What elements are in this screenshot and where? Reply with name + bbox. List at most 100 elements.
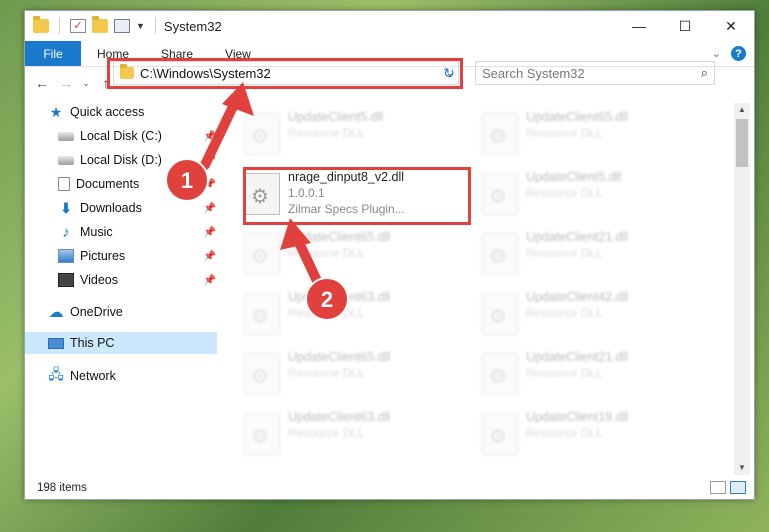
help-icon[interactable]: ? <box>731 46 746 61</box>
file-description: Resource DLL <box>526 366 603 380</box>
list-item[interactable]: UpdateClient63.dll Resource DLL <box>244 289 464 345</box>
title-bar: ✓ ▼ System32 — ☐ ✕ <box>25 11 754 41</box>
list-item[interactable]: UpdateClient5.dll Resource DLL <box>482 169 702 225</box>
file-list: UpdateClient5.dllResource DLL nrage_dinp… <box>240 103 734 475</box>
sidebar-item-label: Documents <box>76 177 140 191</box>
maximize-button[interactable]: ☐ <box>662 11 708 41</box>
divider <box>59 18 60 34</box>
sidebar-item-label: Music <box>80 225 113 239</box>
pin-icon[interactable]: 📌 <box>204 131 216 142</box>
properties-check-icon[interactable]: ✓ <box>70 19 86 33</box>
sidebar-item-label: Network <box>70 369 116 383</box>
qat-dropdown-icon[interactable]: ▼ <box>136 21 145 31</box>
list-item[interactable]: UpdateClient21.dll Resource DLL <box>482 229 702 285</box>
file-description: Resource DLL <box>526 426 603 440</box>
list-item[interactable]: UpdateClient21.dll Resource DLL <box>482 349 702 405</box>
details-view-icon[interactable] <box>710 481 726 494</box>
list-item[interactable]: UpdateClient63.dll Resource DLL <box>244 409 464 465</box>
sidebar-item-pictures[interactable]: Pictures 📌 <box>58 245 216 267</box>
sidebar-item-this-pc[interactable]: This PC <box>25 332 217 354</box>
search-icon: ⌕ <box>700 65 708 80</box>
tab-file[interactable]: File <box>25 41 81 66</box>
sidebar-item-quick-access[interactable]: ★ Quick access <box>48 101 145 123</box>
dll-file-icon <box>244 353 280 395</box>
sidebar-item-label: Videos <box>80 273 118 287</box>
divider <box>154 18 156 34</box>
scroll-thumb[interactable] <box>736 119 748 167</box>
tiles-view-icon[interactable] <box>730 481 746 494</box>
list-item[interactable]: UpdateClient5.dll Resource DLL <box>244 109 464 165</box>
sidebar-item-label: Pictures <box>80 249 126 263</box>
dll-file-icon <box>482 233 518 275</box>
search-input[interactable]: Search System32 ⌕ <box>475 61 715 85</box>
navigation-pane: ★ Quick access Local Disk (C:) 📌 Local D… <box>25 103 220 475</box>
folder-icon <box>33 16 49 33</box>
file-name: UpdateClient63.dll <box>288 410 391 424</box>
sidebar-item-label: Quick access <box>70 105 145 119</box>
view-switcher <box>710 481 746 494</box>
pictures-icon <box>58 249 74 263</box>
music-icon: ♪ <box>62 223 70 241</box>
dll-file-icon <box>482 353 518 395</box>
file-name: UpdateClient42.dll <box>526 290 629 304</box>
expand-ribbon-icon[interactable]: ⌄ <box>712 47 721 60</box>
list-item[interactable]: UpdateClient65.dll Resource DLL <box>482 109 702 165</box>
disk-icon <box>58 131 74 141</box>
new-folder-icon[interactable] <box>92 16 108 33</box>
sidebar-item-local-disk-c[interactable]: Local Disk (C:) 📌 <box>58 125 216 147</box>
sidebar-item-label: This PC <box>70 336 115 350</box>
sidebar-item-onedrive[interactable]: ☁ OneDrive <box>48 301 123 323</box>
sidebar-item-downloads[interactable]: ⬇ Downloads 📌 <box>58 197 216 219</box>
file-highlight-box <box>243 167 471 225</box>
file-name: UpdateClient65.dll <box>526 110 629 124</box>
list-item[interactable]: UpdateClient65.dll Resource DLL <box>244 229 464 285</box>
pin-icon[interactable]: 📌 <box>204 203 216 214</box>
sidebar-item-label: Local Disk (D:) <box>80 153 162 167</box>
forward-icon[interactable]: → <box>57 75 75 91</box>
file-name: UpdateClient63.dll <box>288 290 391 304</box>
sidebar-item-music[interactable]: ♪ Music 📌 <box>58 221 216 243</box>
star-icon: ★ <box>49 103 63 120</box>
file-description: Resource DLL <box>288 126 365 140</box>
recent-dropdown-icon[interactable]: ⌄ <box>81 78 91 89</box>
quick-access-toolbar: ✓ ▼ <box>25 16 160 34</box>
scroll-down-icon[interactable]: ▼ <box>734 461 750 475</box>
pin-icon[interactable]: 📌 <box>204 179 216 190</box>
status-bar: 198 items <box>25 477 754 499</box>
list-item[interactable]: UpdateClient42.dll Resource DLL <box>482 289 702 345</box>
pin-icon[interactable]: 📌 <box>204 155 216 166</box>
file-description: Resource DLL <box>288 306 365 320</box>
file-name: UpdateClient19.dll <box>526 410 629 424</box>
close-button[interactable]: ✕ <box>708 11 754 41</box>
minimize-button[interactable]: — <box>616 11 662 41</box>
disk-icon <box>58 155 74 165</box>
file-name: UpdateClient5.dll <box>288 110 384 124</box>
dll-file-icon <box>244 293 280 335</box>
back-icon[interactable]: ← <box>33 75 51 91</box>
file-description: Resource DLL <box>288 246 365 260</box>
sidebar-item-label: OneDrive <box>70 305 123 319</box>
list-item[interactable]: UpdateClient65.dll Resource DLL <box>244 349 464 405</box>
sidebar-item-label: Downloads <box>80 201 142 215</box>
dll-file-icon <box>482 413 518 455</box>
vertical-scrollbar[interactable]: ▲ ▼ <box>734 103 750 475</box>
cloud-icon: ☁ <box>48 304 64 321</box>
customize-icon[interactable] <box>114 19 130 33</box>
file-name: UpdateClient21.dll <box>526 230 629 244</box>
sidebar-item-local-disk-d[interactable]: Local Disk (D:) 📌 <box>58 149 216 171</box>
address-highlight-box <box>107 58 463 89</box>
window-controls: — ☐ ✕ <box>616 11 754 41</box>
pin-icon[interactable]: 📌 <box>204 251 216 262</box>
sidebar-item-documents[interactable]: Documents 📌 <box>58 173 216 195</box>
pin-icon[interactable]: 📌 <box>204 227 216 238</box>
sidebar-item-videos[interactable]: Videos 📌 <box>58 269 216 291</box>
pin-icon[interactable]: 📌 <box>204 275 216 286</box>
list-item[interactable]: UpdateClient19.dll Resource DLL <box>482 409 702 465</box>
file-name: UpdateClient65.dll <box>288 230 391 244</box>
sidebar-item-network[interactable]: 🖧 Network <box>48 365 116 387</box>
file-description: Resource DLL <box>526 306 603 320</box>
dll-file-icon <box>244 233 280 275</box>
scroll-up-icon[interactable]: ▲ <box>734 103 750 117</box>
videos-icon <box>58 273 74 287</box>
ribbon-right: ⌄ ? <box>712 41 754 66</box>
